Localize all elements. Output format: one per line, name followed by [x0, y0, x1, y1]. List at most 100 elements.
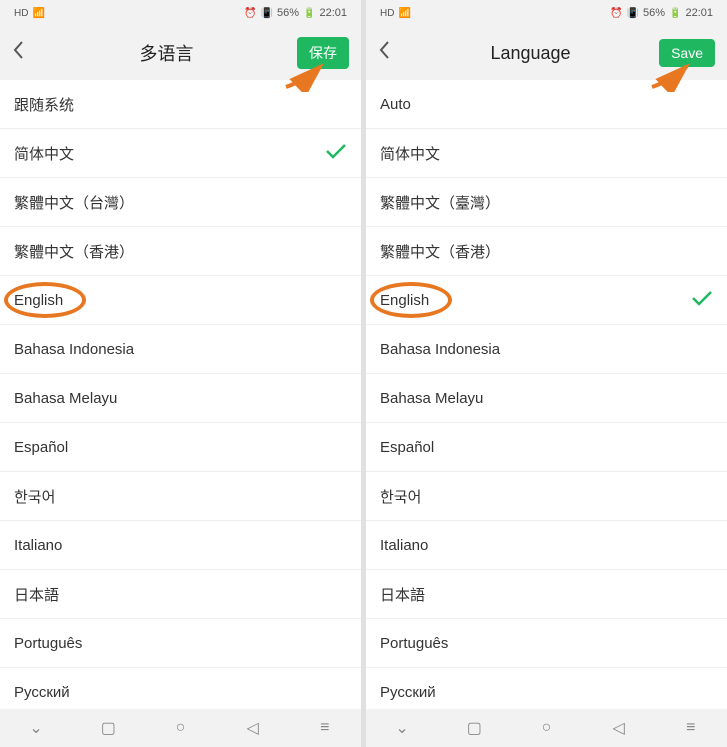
save-button[interactable]: Save [659, 39, 715, 67]
status-left: HD 📶 [14, 8, 45, 19]
language-label: Auto [380, 96, 411, 113]
status-time: 22:01 [685, 7, 713, 19]
language-label: Bahasa Melayu [14, 390, 117, 407]
page-title: Language [402, 43, 659, 64]
language-label: Bahasa Indonesia [380, 341, 500, 358]
list-item[interactable]: Español [366, 423, 727, 472]
list-item[interactable]: English [366, 276, 727, 325]
phone-screen-left: HD 📶 ⏰ 📳 56% 🔋 22:01 多语言 保存 跟随系统简体中文繁體中文… [0, 0, 361, 747]
nav-bar: ⌄ ▢ ○ ◁ ≡ [0, 709, 361, 747]
language-label: 简体中文 [14, 143, 74, 164]
nav-square-icon[interactable]: ▢ [96, 718, 120, 738]
language-label: 跟随系统 [14, 94, 74, 115]
status-bar: HD 📶 ⏰ 📳 56% 🔋 22:01 [0, 0, 361, 26]
list-item[interactable]: Русский [366, 668, 727, 709]
language-label: Italiano [380, 537, 428, 554]
status-bar: HD 📶 ⏰ 📳 56% 🔋 22:01 [366, 0, 727, 26]
list-item[interactable]: Bahasa Melayu [366, 374, 727, 423]
list-item[interactable]: 日本語 [0, 570, 361, 619]
list-item[interactable]: Auto [366, 80, 727, 129]
language-label: Русский [380, 684, 436, 701]
signal-icon: 📶 [398, 8, 410, 19]
chevron-left-icon [378, 40, 390, 60]
signal-icon: 📶 [32, 8, 44, 19]
language-label: 简体中文 [380, 143, 440, 164]
vibrate-icon: 📳 [627, 8, 639, 19]
language-label: Español [380, 439, 434, 456]
header: Language Save [366, 26, 727, 80]
list-item[interactable]: 简体中文 [0, 129, 361, 178]
language-label: Português [14, 635, 82, 652]
list-item[interactable]: 跟随系统 [0, 80, 361, 129]
language-label: 繁體中文（臺灣） [380, 192, 500, 213]
language-label: 日本語 [14, 584, 59, 605]
list-item[interactable]: English [0, 276, 361, 325]
status-right: ⏰ 📳 56% 🔋 22:01 [610, 7, 713, 19]
list-item[interactable]: 繁體中文（香港） [0, 227, 361, 276]
list-item[interactable]: Bahasa Indonesia [366, 325, 727, 374]
status-left: HD 📶 [380, 8, 411, 19]
language-list: 跟随系统简体中文繁體中文（台灣） 繁體中文（香港） English Bahasa In… [0, 80, 361, 709]
language-label: Português [380, 635, 448, 652]
alarm-icon: ⏰ [244, 8, 256, 19]
list-item[interactable]: Português [0, 619, 361, 668]
language-list: Auto 简体中文繁體中文（臺灣） 繁體中文（香港） English Bahasa In… [366, 80, 727, 709]
list-item[interactable]: 日本語 [366, 570, 727, 619]
language-label: 繁體中文（台灣） [14, 192, 134, 213]
language-label: Italiano [14, 537, 62, 554]
check-icon [325, 142, 347, 165]
list-item[interactable]: 繁體中文（台灣） [0, 178, 361, 227]
language-label: 日本語 [380, 584, 425, 605]
nav-circle-icon[interactable]: ○ [168, 719, 192, 737]
language-label: English [14, 292, 63, 309]
header: 多语言 保存 [0, 26, 361, 80]
battery-percent: 56% [643, 7, 665, 19]
chevron-left-icon [12, 40, 24, 60]
status-time: 22:01 [319, 7, 347, 19]
list-item[interactable]: 한국어 [0, 472, 361, 521]
list-item[interactable]: Русский [0, 668, 361, 709]
back-button[interactable] [378, 40, 402, 66]
list-item[interactable]: Español [0, 423, 361, 472]
nav-triangle-icon[interactable]: ◁ [241, 718, 265, 738]
nav-triangle-icon[interactable]: ◁ [607, 718, 631, 738]
alarm-icon: ⏰ [610, 8, 622, 19]
language-label: 繁體中文（香港） [14, 241, 134, 262]
language-label: 繁體中文（香港） [380, 241, 500, 262]
list-item[interactable]: 繁體中文（香港） [366, 227, 727, 276]
language-label: Bahasa Indonesia [14, 341, 134, 358]
hd-icon: HD [380, 8, 394, 19]
list-item[interactable]: Português [366, 619, 727, 668]
phone-screen-right: HD 📶 ⏰ 📳 56% 🔋 22:01 Language Save Auto 简… [366, 0, 727, 747]
status-right: ⏰ 📳 56% 🔋 22:01 [244, 7, 347, 19]
language-label: 한국어 [14, 486, 55, 507]
list-item[interactable]: 繁體中文（臺灣） [366, 178, 727, 227]
nav-menu-icon[interactable]: ≡ [313, 719, 337, 737]
nav-bar: ⌄ ▢ ○ ◁ ≡ [366, 709, 727, 747]
list-item[interactable]: 한국어 [366, 472, 727, 521]
list-item[interactable]: Bahasa Indonesia [0, 325, 361, 374]
language-label: Русский [14, 684, 70, 701]
nav-down-icon[interactable]: ⌄ [24, 718, 48, 738]
language-label: Bahasa Melayu [380, 390, 483, 407]
list-item[interactable]: Italiano [366, 521, 727, 570]
save-button[interactable]: 保存 [297, 37, 349, 69]
list-item[interactable]: Bahasa Melayu [0, 374, 361, 423]
language-label: English [380, 292, 429, 309]
battery-percent: 56% [277, 7, 299, 19]
language-label: Español [14, 439, 68, 456]
nav-circle-icon[interactable]: ○ [534, 719, 558, 737]
language-label: 한국어 [380, 486, 421, 507]
page-title: 多语言 [36, 40, 297, 66]
nav-menu-icon[interactable]: ≡ [679, 719, 703, 737]
vibrate-icon: 📳 [261, 8, 273, 19]
check-icon [691, 289, 713, 312]
back-button[interactable] [12, 40, 36, 66]
battery-icon: 🔋 [303, 8, 315, 19]
list-item[interactable]: 简体中文 [366, 129, 727, 178]
hd-icon: HD [14, 8, 28, 19]
nav-square-icon[interactable]: ▢ [462, 718, 486, 738]
battery-icon: 🔋 [669, 8, 681, 19]
list-item[interactable]: Italiano [0, 521, 361, 570]
nav-down-icon[interactable]: ⌄ [390, 718, 414, 738]
